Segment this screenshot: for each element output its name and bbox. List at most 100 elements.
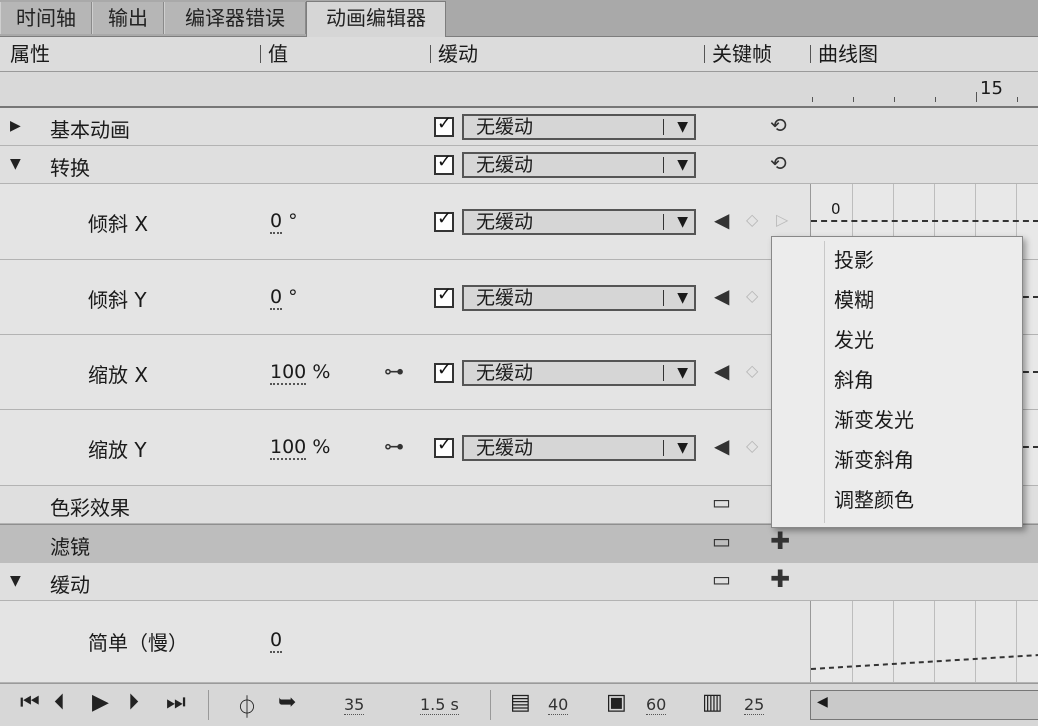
add-icon[interactable]: ✚ — [770, 527, 790, 555]
tab-timeline[interactable]: 时间轴 — [0, 2, 92, 34]
row-basic-motion[interactable]: ▶ 基本动画 无缓动▼ ⟲ — [0, 108, 1038, 146]
value-field[interactable]: 0 ° — [270, 286, 298, 310]
menu-item-bevel[interactable]: 斜角 — [834, 360, 1014, 400]
bottom-toolbar: ⏮ ⏴ ▶ ⏵ ⏭ ⏀ ➥ 35 1.5 s ▤ 40 ▣ 60 ▥ 25 ◀ — [0, 683, 1038, 726]
column-graph: 曲线图 — [818, 42, 878, 66]
expanded-graph-icon[interactable]: ▣ — [606, 690, 627, 715]
ease-dropdown[interactable]: 无缓动 ▼ — [462, 285, 696, 311]
row-label: 缓动 — [50, 573, 90, 597]
add-keyframe-icon[interactable]: ◇ — [746, 436, 758, 455]
ease-checkbox[interactable] — [434, 113, 454, 137]
column-value: 值 — [268, 42, 288, 66]
graph-view-icon[interactable]: ▤ — [510, 690, 531, 715]
prev-keyframe-icon[interactable]: ◀ — [714, 208, 729, 232]
value-field[interactable]: 100 % — [270, 361, 330, 385]
expand-triangle-icon[interactable]: ▶ — [10, 118, 21, 134]
ease-checkbox[interactable] — [434, 434, 454, 458]
step-back-icon[interactable]: ⏴ — [54, 690, 65, 715]
last-frame-icon[interactable]: ⏭ — [166, 690, 186, 715]
add-keyframe-icon[interactable]: ◇ — [746, 210, 758, 229]
chevron-down-icon: ▼ — [677, 365, 688, 381]
graph-cell[interactable] — [810, 601, 1038, 682]
chevron-down-icon: ▼ — [677, 157, 688, 173]
ease-checkbox[interactable] — [434, 284, 454, 308]
collapse-triangle-icon[interactable]: ▼ — [10, 156, 21, 172]
row-label: 缩放 Y — [88, 438, 147, 462]
prev-keyframe-icon[interactable]: ◀ — [714, 434, 729, 458]
viewable-frames-value[interactable]: 40 — [548, 695, 569, 715]
ease-dropdown[interactable]: 无缓动 ▼ — [462, 360, 696, 386]
ease-dropdown[interactable]: 无缓动 ▼ — [462, 152, 696, 178]
menu-item-gradient-glow[interactable]: 渐变发光 — [834, 400, 1014, 440]
row-label: 基本动画 — [50, 118, 130, 142]
columns-icon[interactable]: ▥ — [702, 690, 723, 715]
column-property: 属性 — [10, 42, 50, 66]
row-label: 转换 — [50, 156, 90, 180]
row-label: 倾斜 X — [88, 212, 149, 236]
ease-dropdown[interactable]: 无缓动 ▼ — [462, 114, 696, 140]
row-easing[interactable]: ▼ 缓动 ▭ ✚ — [0, 563, 1038, 601]
column-header: 属性 值 缓动 关键帧 曲线图 — [0, 37, 1038, 72]
link-icon[interactable]: ⊶ — [384, 434, 404, 458]
remove-icon[interactable]: ▭ — [712, 567, 731, 591]
ease-checkbox[interactable] — [434, 151, 454, 175]
prev-keyframe-icon[interactable]: ◀ — [714, 359, 729, 383]
row-label: 倾斜 Y — [88, 288, 147, 312]
ease-curve — [811, 654, 1038, 670]
add-keyframe-icon[interactable]: ◇ — [746, 361, 758, 380]
tab-motion-editor[interactable]: 动画编辑器 — [306, 1, 446, 37]
value-field[interactable]: 0 — [270, 629, 283, 653]
reset-icon[interactable]: ⟲ — [770, 151, 787, 175]
playhead-icon[interactable]: ⏀ — [236, 690, 258, 722]
row-label: 简单（慢） — [88, 631, 188, 655]
columns-value[interactable]: 25 — [744, 695, 765, 715]
chevron-down-icon: ▼ — [677, 119, 688, 135]
horizontal-scrollbar[interactable]: ◀ — [810, 690, 1038, 720]
tab-compiler-errors[interactable]: 编译器错误 — [164, 2, 306, 34]
graph-size-value[interactable]: 35 — [344, 695, 365, 715]
ease-dropdown[interactable]: 无缓动 ▼ — [462, 435, 696, 461]
remove-icon[interactable]: ▭ — [712, 529, 731, 553]
menu-item-drop-shadow[interactable]: 投影 — [834, 240, 1014, 280]
frame-ruler[interactable]: 15 — [0, 72, 1038, 108]
row-label: 色彩效果 — [50, 496, 130, 520]
ruler-frame-label: 15 — [980, 78, 1003, 99]
remove-icon[interactable]: ▭ — [712, 490, 731, 514]
menu-item-gradient-bevel[interactable]: 渐变斜角 — [834, 440, 1014, 480]
row-label: 滤镜 — [50, 535, 90, 559]
value-field[interactable]: 0 ° — [270, 210, 298, 234]
tab-output[interactable]: 输出 — [92, 2, 164, 34]
scroll-left-icon[interactable]: ◀ — [817, 694, 828, 710]
ease-checkbox[interactable] — [434, 208, 454, 232]
duration-value[interactable]: 1.5 s — [420, 695, 459, 715]
first-frame-icon[interactable]: ⏮ — [20, 690, 40, 715]
link-icon[interactable]: ⊶ — [384, 359, 404, 383]
panel-tab-bar: 时间轴 输出 编译器错误 动画编辑器 — [0, 0, 1038, 37]
collapse-triangle-icon[interactable]: ▼ — [10, 573, 21, 589]
value-field[interactable]: 100 % — [270, 436, 330, 460]
ease-checkbox[interactable] — [434, 359, 454, 383]
menu-item-blur[interactable]: 模糊 — [834, 280, 1014, 320]
menu-item-glow[interactable]: 发光 — [834, 320, 1014, 360]
column-ease: 缓动 — [438, 42, 478, 66]
reset-icon[interactable]: ⟲ — [770, 113, 787, 137]
add-icon[interactable]: ✚ — [770, 565, 790, 593]
step-forward-icon[interactable]: ⏵ — [128, 690, 139, 715]
expanded-graph-size-value[interactable]: 60 — [646, 695, 667, 715]
row-simple-slow[interactable]: 简单（慢） 0 — [0, 601, 1038, 683]
menu-item-adjust-color[interactable]: 调整颜色 — [834, 480, 1014, 520]
graph-value-label: 0 — [831, 200, 841, 218]
chevron-down-icon: ▼ — [677, 214, 688, 230]
chevron-down-icon: ▼ — [677, 290, 688, 306]
next-keyframe-icon[interactable]: ▷ — [776, 210, 788, 229]
prev-keyframe-icon[interactable]: ◀ — [714, 284, 729, 308]
ease-dropdown[interactable]: 无缓动 ▼ — [462, 209, 696, 235]
add-keyframe-icon[interactable]: ◇ — [746, 286, 758, 305]
play-icon[interactable]: ▶ — [92, 690, 109, 715]
row-label: 缩放 X — [88, 363, 149, 387]
row-filters[interactable]: 滤镜 ▭ ✚ — [0, 524, 1038, 564]
row-transform[interactable]: ▼ 转换 无缓动▼ ⟲ — [0, 146, 1038, 184]
column-keyframe: 关键帧 — [712, 42, 772, 66]
loop-icon[interactable]: ➥ — [278, 690, 296, 715]
filter-menu: 投影 模糊 发光 斜角 渐变发光 渐变斜角 调整颜色 — [771, 236, 1023, 528]
